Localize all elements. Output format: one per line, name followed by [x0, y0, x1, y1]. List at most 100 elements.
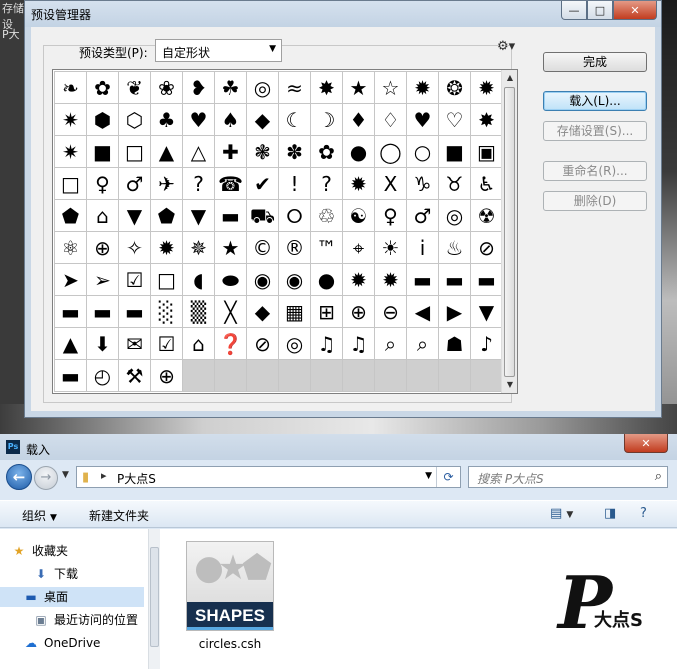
shape-cell[interactable]: ✵ [183, 232, 214, 263]
shape-cell[interactable]: ✸ [471, 104, 502, 135]
shape-cell[interactable]: ❧ [55, 72, 86, 103]
shape-cell[interactable]: ❓ [215, 328, 246, 359]
shape-cell[interactable]: ✉ [119, 328, 150, 359]
nav-item-favorites[interactable]: ★ 收藏夹 [10, 541, 142, 561]
shape-cell[interactable]: ◴ [87, 360, 118, 391]
shape-cell[interactable]: ☑ [119, 264, 150, 295]
shape-cell[interactable]: ◯ [375, 136, 406, 167]
shape-cell[interactable]: ⌕ [375, 328, 406, 359]
load-dialog-titlebar[interactable]: Ps 载入 ✕ [0, 434, 677, 460]
shape-cell[interactable]: ◎ [439, 200, 470, 231]
shape-cell[interactable]: ⊕ [87, 232, 118, 263]
shape-cell[interactable]: ♡ [439, 104, 470, 135]
shape-cell[interactable]: ♑ [407, 168, 438, 199]
shape-cell[interactable]: ▒ [183, 296, 214, 327]
shape-cell[interactable]: ❦ [119, 72, 150, 103]
shape-cell[interactable]: ▬ [471, 264, 502, 295]
shape-cell[interactable]: ▼ [183, 200, 214, 231]
shape-cell[interactable]: ▬ [215, 200, 246, 231]
shape-cell[interactable]: ♣ [151, 104, 182, 135]
search-box[interactable]: 搜索 P大点S ⌕ [468, 466, 668, 488]
shape-cell[interactable]: □ [55, 168, 86, 199]
shape-cell[interactable]: ▬ [55, 296, 86, 327]
shape-cell[interactable]: ░ [151, 296, 182, 327]
shape-cell[interactable]: ❃ [247, 136, 278, 167]
preview-pane-icon[interactable]: ◨ [604, 506, 616, 521]
shape-cell[interactable]: ➤ [55, 264, 86, 295]
delete-button[interactable]: 删除(D) [543, 191, 647, 211]
recent-locations-dropdown-icon[interactable]: ▼ [62, 470, 69, 480]
shape-cell[interactable]: ™ [311, 232, 342, 263]
shape-cell[interactable]: ★ [215, 232, 246, 263]
shape-cell[interactable]: ◉ [247, 264, 278, 295]
shape-cell[interactable]: ⬢ [87, 104, 118, 135]
shape-cell[interactable]: ▬ [407, 264, 438, 295]
shape-cell[interactable]: ☗ [439, 328, 470, 359]
shape-cell[interactable]: ✧ [119, 232, 150, 263]
save-set-button[interactable]: 存储设置(S)... [543, 121, 647, 141]
shape-cell[interactable]: ▶ [439, 296, 470, 327]
shape-cell[interactable]: ✚ [215, 136, 246, 167]
shape-cell[interactable]: ♢ [375, 104, 406, 135]
shape-cell[interactable]: ♀ [87, 168, 118, 199]
shape-cell[interactable]: ▲ [55, 328, 86, 359]
shape-cell[interactable]: ⬡ [119, 104, 150, 135]
shape-cell[interactable]: ☽ [311, 104, 342, 135]
shape-cell[interactable]: ⌂ [87, 200, 118, 231]
shape-cell[interactable]: ♲ [311, 200, 342, 231]
scrollbar-thumb[interactable] [504, 87, 515, 377]
shape-cell[interactable]: ➢ [87, 264, 118, 295]
shape-cell[interactable]: ® [279, 232, 310, 263]
shape-cell[interactable]: ╳ [215, 296, 246, 327]
shape-cell[interactable]: ▦ [279, 296, 310, 327]
shape-cell[interactable]: ▣ [471, 136, 502, 167]
shape-cell[interactable]: ▬ [439, 264, 470, 295]
shape-cell[interactable]: ✽ [279, 136, 310, 167]
gear-menu-icon[interactable]: ⚙▾ [497, 39, 515, 54]
shape-cell[interactable]: ? [311, 168, 342, 199]
shape-cell[interactable]: ◎ [247, 72, 278, 103]
shape-cell[interactable]: ▬ [87, 296, 118, 327]
shape-cell[interactable]: ⊕ [343, 296, 374, 327]
scrollbar-thumb[interactable] [150, 547, 159, 647]
shape-cell[interactable]: ● [343, 136, 374, 167]
shape-cell[interactable]: ☆ [375, 72, 406, 103]
help-icon[interactable]: ? [640, 506, 647, 521]
shape-cell[interactable]: △ [183, 136, 214, 167]
refresh-icon[interactable]: ⟳ [436, 467, 460, 487]
shape-cell[interactable]: ⌕ [407, 328, 438, 359]
breadcrumb-folder[interactable]: P大点S [117, 470, 156, 487]
maximize-button[interactable]: □ [587, 1, 613, 20]
shape-cell[interactable]: ⌂ [183, 328, 214, 359]
shape-cell[interactable]: ▲ [151, 136, 182, 167]
shape-cell[interactable]: ✹ [407, 72, 438, 103]
shape-cell[interactable]: ♫ [311, 328, 342, 359]
shape-cell[interactable]: ♉ [439, 168, 470, 199]
shape-cell[interactable]: ☎ [215, 168, 246, 199]
shape-cell[interactable]: □ [119, 136, 150, 167]
shape-cell[interactable]: ! [279, 168, 310, 199]
shape-cell[interactable]: i [407, 232, 438, 263]
file-item[interactable]: ●★⬟ SHAPES circles.csh [182, 537, 278, 667]
shape-cell[interactable]: ▼ [471, 296, 502, 327]
shape-cell[interactable]: ☢ [471, 200, 502, 231]
shape-cell[interactable]: ⚒ [119, 360, 150, 391]
shape-cell[interactable]: ♦ [343, 104, 374, 135]
scroll-down-arrow-icon[interactable]: ▼ [502, 377, 518, 393]
breadcrumb-separator[interactable]: ▸ [101, 469, 107, 482]
shape-cell[interactable]: ✷ [55, 136, 86, 167]
shape-cell[interactable]: ✹ [375, 264, 406, 295]
shape-cell[interactable]: ◉ [279, 264, 310, 295]
shape-cell[interactable]: ⛟ [247, 200, 278, 231]
shape-cell[interactable]: ♀ [375, 200, 406, 231]
organize-menu[interactable]: 组织 ▼ [22, 507, 57, 524]
preset-type-select[interactable]: 自定形状 ▼ [155, 39, 282, 62]
shape-cell[interactable]: ✹ [151, 232, 182, 263]
shape-cell[interactable]: ★ [343, 72, 374, 103]
address-dropdown-icon[interactable]: ▼ [425, 471, 432, 481]
shape-cell[interactable]: ≈ [279, 72, 310, 103]
shape-cell[interactable]: ❥ [183, 72, 214, 103]
shape-cell[interactable]: ● [311, 264, 342, 295]
shape-cell[interactable]: ◎ [279, 328, 310, 359]
nav-item-recent-places[interactable]: ▣ 最近访问的位置 [32, 610, 144, 630]
